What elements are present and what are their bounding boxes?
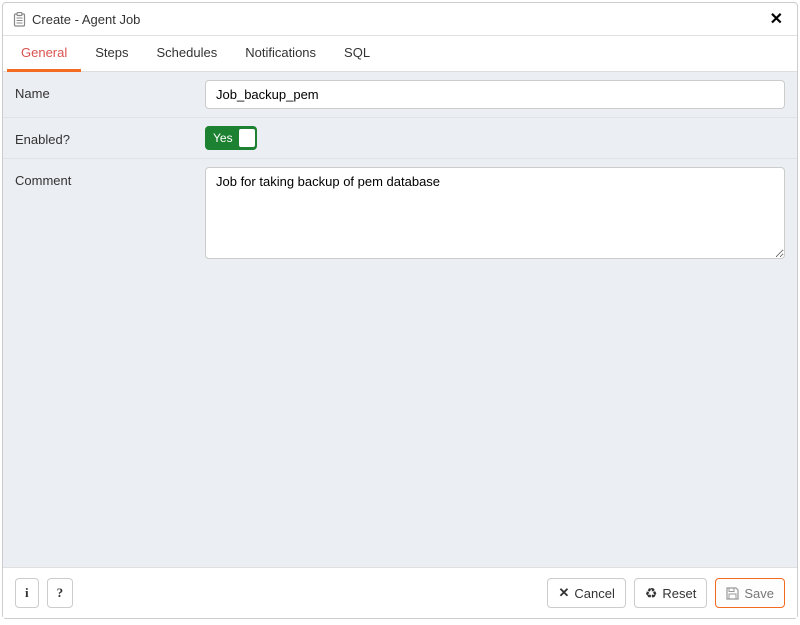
tab-notifications[interactable]: Notifications bbox=[231, 36, 330, 72]
tab-steps[interactable]: Steps bbox=[81, 36, 142, 72]
tabs: General Steps Schedules Notifications SQ… bbox=[3, 36, 797, 72]
enabled-toggle[interactable]: Yes bbox=[205, 126, 257, 150]
comment-row: Comment bbox=[3, 159, 797, 270]
tab-schedules[interactable]: Schedules bbox=[143, 36, 232, 72]
reset-icon: ♻ bbox=[645, 586, 658, 600]
info-icon: i bbox=[25, 585, 29, 601]
close-icon[interactable]: ✕ bbox=[766, 9, 787, 29]
create-agent-job-dialog: Create - Agent Job ✕ General Steps Sched… bbox=[2, 2, 798, 619]
dialog-header: Create - Agent Job ✕ bbox=[3, 3, 797, 36]
tab-sql[interactable]: SQL bbox=[330, 36, 384, 72]
clipboard-icon bbox=[13, 12, 26, 27]
footer-right: ✕ Cancel ♻ Reset Save bbox=[547, 578, 785, 608]
comment-label: Comment bbox=[15, 167, 205, 188]
comment-textarea[interactable] bbox=[205, 167, 785, 259]
name-input[interactable] bbox=[205, 80, 785, 109]
help-button[interactable]: ? bbox=[47, 578, 74, 608]
dialog-title: Create - Agent Job bbox=[32, 12, 140, 27]
tab-general[interactable]: General bbox=[7, 36, 81, 72]
dialog-footer: i ? ✕ Cancel ♻ Reset bbox=[3, 567, 797, 618]
dialog-body: Name Enabled? Yes Comment bbox=[3, 72, 797, 567]
name-row: Name bbox=[3, 72, 797, 118]
reset-button[interactable]: ♻ Reset bbox=[634, 578, 708, 608]
comment-control bbox=[205, 167, 785, 262]
toggle-knob bbox=[239, 129, 255, 147]
help-icon: ? bbox=[57, 585, 64, 601]
enabled-row: Enabled? Yes bbox=[3, 118, 797, 159]
footer-left: i ? bbox=[15, 578, 73, 608]
reset-label: Reset bbox=[662, 586, 696, 601]
name-control bbox=[205, 80, 785, 109]
name-label: Name bbox=[15, 80, 205, 101]
save-label: Save bbox=[744, 586, 774, 601]
cancel-label: Cancel bbox=[574, 586, 614, 601]
enabled-label: Enabled? bbox=[15, 126, 205, 147]
info-button[interactable]: i bbox=[15, 578, 39, 608]
cancel-icon: ✕ bbox=[558, 585, 569, 601]
cancel-button[interactable]: ✕ Cancel bbox=[547, 578, 625, 608]
enabled-toggle-label: Yes bbox=[213, 131, 233, 145]
header-left: Create - Agent Job bbox=[13, 12, 140, 27]
save-icon bbox=[726, 587, 739, 600]
enabled-control: Yes bbox=[205, 126, 785, 150]
save-button[interactable]: Save bbox=[715, 578, 785, 608]
